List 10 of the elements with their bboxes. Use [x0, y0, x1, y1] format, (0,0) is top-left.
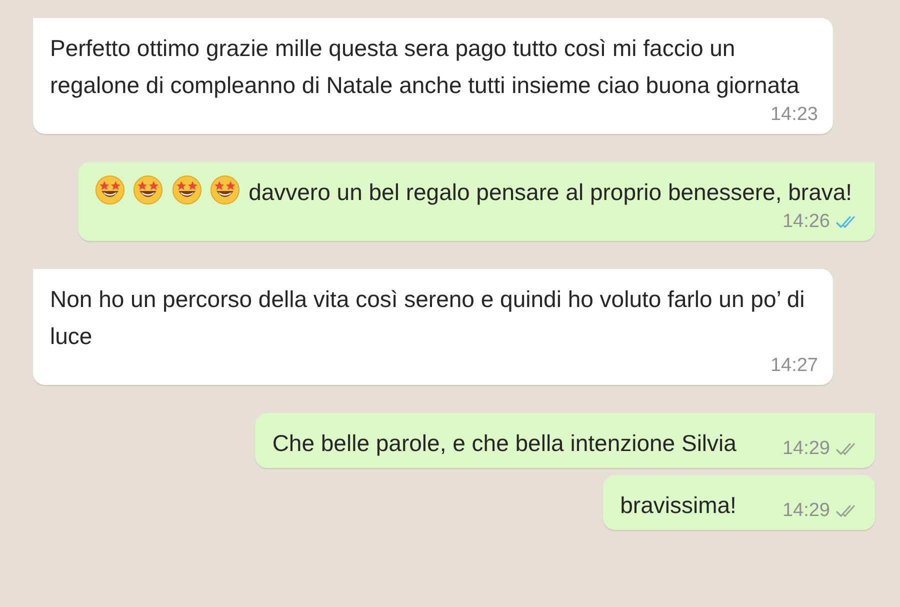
message-time: 14:27	[770, 355, 818, 377]
message-time: 14:23	[770, 104, 818, 126]
message-text: Perfetto ottimo grazie mille questa sera pago tutto così mi faccio un regalone di compleanno di Natale anche tutti insieme ciao buona giornata	[50, 34, 800, 100]
message-time: 14:29	[782, 500, 830, 522]
message-text: bravissima!	[620, 491, 736, 520]
message-time: 14:29	[782, 438, 830, 460]
message-text: Che belle parole, e che bella intenzione Silvia	[272, 429, 736, 458]
message-time: 14:26	[782, 211, 830, 233]
message-text: Non ho un percorso della vita così sereno e quindi ho voluto farlo un po’ di luce	[50, 285, 806, 351]
message-text: davvero un bel regalo pensare al proprio benessere, brava!	[95, 174, 852, 211]
